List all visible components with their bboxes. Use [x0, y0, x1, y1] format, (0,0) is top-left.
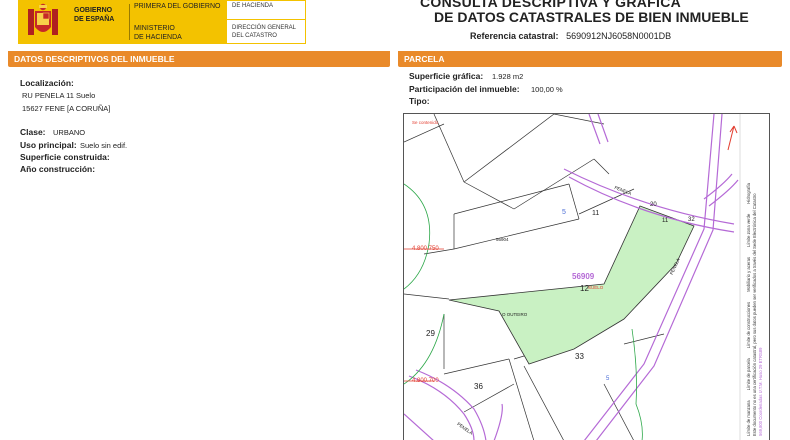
map-parcel-id: 56909 [572, 272, 595, 281]
boundary-line [553, 114, 605, 125]
ref-label: Referencia catastral: [470, 31, 559, 41]
green-line [404, 183, 431, 290]
boundary-line [623, 333, 665, 345]
localizacion-line2: 15627 FENE [A CORUÑA] [22, 104, 111, 113]
ministerio-hacienda-text: MINISTERIO DE HACIENDA [134, 25, 182, 41]
localizacion-line1: RU PENELA 11 Suelo [22, 91, 96, 100]
direccion-catastro-text: DIRECCIÓN GENERAL DEL CATASTRO [232, 25, 297, 39]
boundary-line [404, 293, 450, 300]
participacion-value: 100,00 % [531, 85, 563, 94]
road-line [493, 403, 503, 440]
map-coord-top: 4.800.750 [412, 246, 439, 252]
direccion-top-text: DE HACIENDA [232, 3, 274, 9]
north-arrow-icon [727, 125, 738, 151]
superficie-grafica-value: 1.928 m2 [492, 72, 524, 81]
boundary-line [593, 158, 610, 175]
highlighted-parcel[interactable] [448, 205, 695, 365]
cadastral-map[interactable]: Se contenido 4.800.750 4.800.700 56909 1… [403, 113, 770, 440]
boundary-line [433, 114, 465, 183]
roads [404, 114, 739, 440]
clase-label: Clase: [20, 127, 46, 137]
map-label-topnote: Se contenido [412, 120, 439, 125]
map-label-29: 29 [426, 329, 435, 338]
uso-principal-value: Suelo sin edif. [80, 141, 128, 150]
boundary-line [463, 383, 515, 413]
map-label-block: 56904 [496, 237, 509, 242]
green-line [631, 328, 643, 440]
spain-coat-of-arms-icon [28, 3, 58, 35]
road-line [597, 114, 609, 143]
uso-principal-label: Uso principal: [20, 140, 77, 150]
map-label-5: 5 [562, 209, 566, 216]
ministerio-top-text: PRIMERA DEL GOBIERNO [134, 3, 221, 10]
map-label-11b: 11 [662, 218, 669, 224]
map-label-36: 36 [474, 382, 483, 391]
boundary-line [453, 183, 570, 215]
participacion-label: Participación del inmueble: [409, 84, 520, 94]
superficie-construida-label: Superficie construida: [20, 152, 110, 162]
logo-divider [129, 4, 130, 40]
map-parcel-suelo: SUELO [588, 285, 604, 290]
map-label-20: 20 [650, 202, 657, 208]
map-place-name: O OUTEIRO [502, 312, 528, 317]
superficie-grafica-label: Superficie gráfica: [409, 71, 484, 81]
referencia-catastral: Referencia catastral: 5690912NJ6058N0001… [470, 31, 671, 41]
anio-construccion-label: Año construcción: [20, 164, 96, 174]
localizacion-label: Localización: [20, 78, 74, 88]
section-bar-datos-descriptivos: DATOS DESCRIPTIVOS DEL INMUEBLE [8, 51, 390, 67]
boundary-line [443, 358, 510, 375]
ref-value: 5690912NJ6058N0001DB [566, 31, 672, 41]
map-coord-bottom: 4.800.700 [412, 378, 439, 384]
map-label-5b: 5 [606, 376, 610, 382]
section-bar-parcela: PARCELA [398, 51, 782, 67]
document-title-line2: DE DATOS CATASTRALES DE BIEN INMUEBLE [434, 9, 749, 25]
tipo-label: Tipo: [409, 96, 430, 106]
road-line [708, 179, 739, 207]
road-line [588, 114, 601, 145]
gobierno-espana-text: GOBIERNO DE ESPAÑA [74, 7, 115, 23]
map-legend: Límite de manzana Límite de parcela Lími… [746, 116, 764, 436]
road-line [404, 413, 434, 440]
legend-coord-note: 569,800 Coordenadas U.T.M. Huso 29 ETRS8… [758, 347, 763, 436]
map-label-32: 32 [688, 217, 695, 223]
boundary-line [568, 183, 580, 220]
map-label-33: 33 [575, 352, 584, 361]
map-label-11a: 11 [592, 210, 600, 217]
boundary-line [463, 114, 555, 183]
boundary-line [508, 358, 535, 440]
boundary-line [404, 123, 445, 143]
boundary-line [453, 218, 580, 250]
direccion-divider [226, 19, 306, 20]
clase-value: URBANO [53, 128, 86, 137]
